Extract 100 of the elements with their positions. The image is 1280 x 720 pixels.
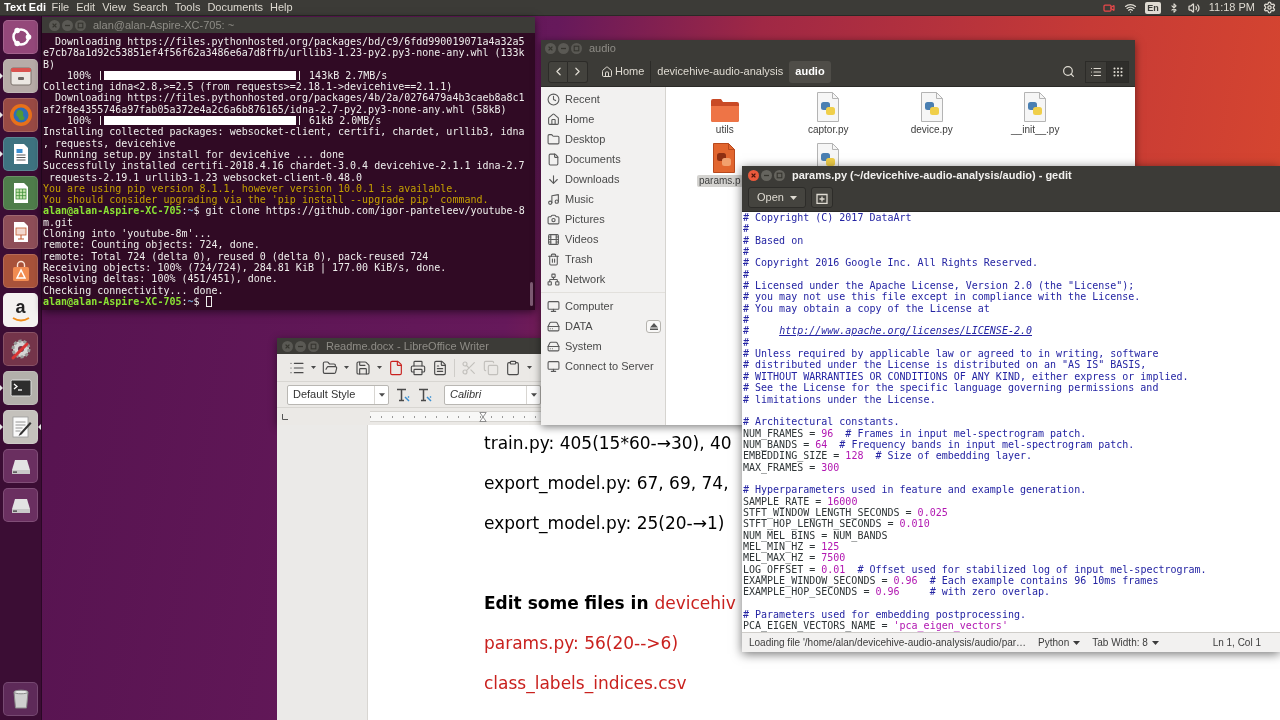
sidebar-item[interactable]: Trash: [541, 249, 661, 269]
script-file-icon[interactable]: [816, 143, 841, 166]
video-camera-icon[interactable]: [1102, 1, 1117, 14]
title-bar[interactable]: params.py (~/devicehive-audio-analysis/audio) - gedit: [742, 166, 1280, 184]
launcher-button[interactable]: [3, 215, 38, 249]
open-button[interactable]: Open: [748, 187, 806, 208]
menu-item[interactable]: View: [98, 0, 130, 15]
file-name[interactable]: utils: [713, 124, 736, 136]
eject-button[interactable]: [646, 319, 661, 333]
page-icon[interactable]: [432, 359, 448, 376]
bluetooth-icon[interactable]: [1168, 1, 1179, 14]
gear-icon[interactable]: [1263, 1, 1276, 14]
launcher-button[interactable]: [3, 449, 38, 483]
code-line: # distributed under the License is distributed on an "AS IS" BASIS,: [743, 359, 1147, 371]
text-style-icon[interactable]: [417, 386, 433, 403]
forward-button[interactable]: [568, 60, 588, 83]
code-line: STFT_HOP_LENGTH_SECONDS = 0.010: [743, 518, 930, 530]
menu-item[interactable]: File: [48, 0, 73, 15]
launcher-button[interactable]: a: [3, 293, 38, 327]
language-dropdown[interactable]: Python: [1038, 635, 1081, 650]
clipboard-icon[interactable]: [505, 359, 521, 376]
menu-item[interactable]: Edit: [72, 0, 99, 15]
sidebar-item[interactable]: System: [541, 336, 661, 356]
dropdown-arrow-icon[interactable]: [527, 366, 532, 369]
file-name[interactable]: captor.py: [805, 124, 851, 136]
indent-marker-icon[interactable]: [479, 412, 487, 422]
wifi-icon[interactable]: [1124, 1, 1138, 14]
ruler[interactable]: [370, 411, 541, 422]
menu-item[interactable]: Help: [266, 0, 297, 15]
file-name[interactable]: device.py: [908, 124, 955, 136]
terminal-line: Successfully installed certifi-2018.4.16 chardet-3.0.4 devicehive-2.1.1 idna-2.7: [43, 160, 525, 172]
file-name[interactable]: params.p: [697, 175, 743, 187]
code-line: #: [743, 336, 750, 349]
script-file-icon[interactable]: [1023, 92, 1048, 122]
sidebar-item[interactable]: Desktop: [541, 129, 661, 149]
sidebar-item[interactable]: Connect to Server: [541, 356, 661, 376]
list-view-button[interactable]: [1085, 60, 1107, 83]
back-button[interactable]: [548, 60, 568, 83]
window-title: audio: [589, 41, 616, 57]
launcher-button[interactable]: [3, 371, 38, 405]
sidebar-item[interactable]: Home: [541, 109, 661, 129]
dropdown-arrow-icon[interactable]: [377, 366, 382, 369]
sidebar-item[interactable]: Recent: [541, 89, 661, 109]
path-button[interactable]: audio: [789, 60, 831, 83]
launcher-button[interactable]: [3, 410, 38, 444]
trash-icon: [547, 252, 560, 266]
printer-icon[interactable]: [410, 359, 426, 376]
monitor-icon: [547, 299, 560, 313]
paragraph: export_model.py: 67, 69, 74,: [484, 472, 729, 496]
sidebar-item[interactable]: Computer: [541, 296, 661, 316]
launcher-button[interactable]: [3, 137, 38, 171]
globe-icon: [7, 102, 34, 128]
file-name[interactable]: __init__.py: [1009, 124, 1062, 136]
sidebar-item[interactable]: Downloads: [541, 169, 661, 189]
new-tab-button[interactable]: [810, 187, 833, 208]
sidebar-item[interactable]: Videos: [541, 229, 661, 249]
sidebar-item[interactable]: Pictures: [541, 209, 661, 229]
script-file-icon[interactable]: [816, 92, 841, 122]
dropdown-arrow-icon[interactable]: [344, 366, 349, 369]
paragraph: export_model.py: 25(20-→1): [484, 512, 725, 536]
folder-icon[interactable]: [709, 98, 740, 122]
scrollbar-thumb[interactable]: [530, 282, 533, 306]
code-line: # Based on: [743, 234, 804, 247]
code-line: PCA_EIGEN_VECTORS_NAME = 'pca_eigen_vectors': [743, 620, 1008, 632]
eject-icon: [649, 322, 658, 330]
launcher-button[interactable]: [3, 682, 38, 716]
menu-item[interactable]: Documents: [203, 0, 267, 15]
launcher-button[interactable]: [3, 488, 38, 522]
launcher-button[interactable]: [3, 20, 38, 54]
menu-item[interactable]: Tools: [171, 0, 204, 15]
sidebar-item[interactable]: Network: [541, 269, 661, 289]
tab-width-dropdown[interactable]: Tab Width: 8: [1092, 635, 1159, 650]
path-button[interactable]: Home: [595, 60, 651, 83]
sidebar-item[interactable]: DATA: [541, 316, 646, 336]
launcher-button[interactable]: [3, 176, 38, 210]
speaker-icon[interactable]: [1186, 1, 1201, 14]
keyboard-layout-indicator[interactable]: En: [1145, 1, 1161, 14]
paragraph-style-dropdown[interactable]: Default Style: [287, 384, 389, 405]
clock[interactable]: 11:18 PM: [1208, 0, 1255, 15]
document-icon[interactable]: [388, 359, 404, 376]
sidebar-item[interactable]: Documents: [541, 149, 661, 169]
grid-view-button[interactable]: [1107, 60, 1129, 83]
launcher-button[interactable]: [3, 332, 38, 366]
font-name-dropdown[interactable]: Calibri: [444, 384, 541, 405]
launcher-button[interactable]: [3, 254, 38, 288]
dropdown-arrow-icon[interactable]: [311, 366, 316, 369]
tab-stop-icon[interactable]: [282, 413, 288, 420]
script-file-icon[interactable]: [919, 92, 944, 122]
text-style-icon[interactable]: [395, 386, 411, 403]
sidebar-item[interactable]: Music: [541, 189, 661, 209]
menu-item[interactable]: Search: [129, 0, 172, 15]
script-file-icon[interactable]: [712, 143, 736, 173]
close-icon[interactable]: [748, 169, 759, 181]
code-line: EMBEDDING_SIZE = 128 # Size of embedding layer.: [743, 450, 1032, 462]
terminal-line: Installing collected packages: websocket-client, certifi, chardet, urllib3, idna: [43, 126, 525, 138]
progress-percent: 100%: [66, 115, 92, 127]
code-line: #: [743, 268, 750, 281]
link[interactable]: http://www.apache.org/licenses/LICENSE-2.0: [779, 325, 1032, 337]
folder-icon[interactable]: [322, 359, 338, 376]
paragraph: Edit some files in devicehiv: [484, 592, 736, 615]
